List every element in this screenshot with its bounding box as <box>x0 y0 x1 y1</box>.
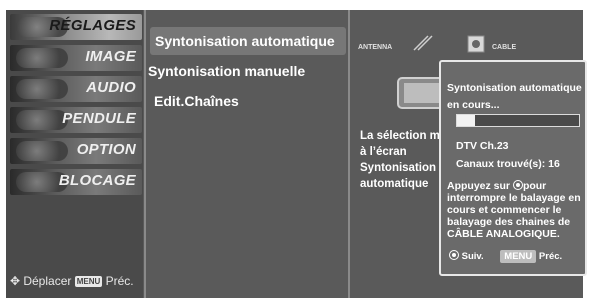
ok-button-icon <box>449 250 459 260</box>
category-label: BLOCAGE <box>58 172 136 189</box>
category-item-audio[interactable]: AUDIO <box>10 76 142 102</box>
speaker-icon <box>16 79 68 99</box>
popup-footer: Suiv. MENU Préc. <box>449 250 562 263</box>
category-menu: RÉGLAGES IMAGE AUDIO PENDULE OPTION BLOC… <box>6 10 143 298</box>
category-item-image[interactable]: IMAGE <box>10 45 142 71</box>
category-label: IMAGE <box>85 48 136 65</box>
ok-button-icon <box>512 180 523 190</box>
submenu-item-label: Syntonisation automatique <box>155 33 335 49</box>
picture-icon <box>16 48 68 68</box>
clock-icon <box>16 110 68 130</box>
submenu-item-label: Edit.Chaînes <box>154 93 239 109</box>
category-item-reglages[interactable]: RÉGLAGES <box>10 14 142 40</box>
menu-key-badge[interactable]: MENU <box>500 250 537 263</box>
category-label: PENDULE <box>62 110 136 127</box>
next-button[interactable]: Suiv. <box>462 251 484 262</box>
submenu-item-manual-tuning[interactable]: Syntonisation manuelle <box>148 63 305 79</box>
submenu-item-label: Syntonisation manuelle <box>148 63 306 79</box>
current-channel: DTV Ch.23 <box>456 140 509 152</box>
divider <box>348 10 350 298</box>
category-item-option[interactable]: OPTION <box>10 138 142 164</box>
antenna-label: ANTENNA <box>358 44 393 51</box>
category-label: OPTION <box>76 141 136 158</box>
submenu-item-auto-tuning[interactable]: Syntonisation automatique <box>150 27 346 55</box>
instruction-prefix: Appuyez sur <box>447 180 511 192</box>
prev-button[interactable]: Préc. <box>539 251 562 262</box>
move-hint-label: Déplacer <box>23 274 72 288</box>
divider <box>144 10 146 298</box>
prev-hint-label: Préc. <box>105 274 134 288</box>
menu-key-badge: MENU <box>74 276 103 288</box>
category-item-blocage[interactable]: BLOCAGE <box>10 169 142 195</box>
instruction-text: Appuyez sur pour interrompre le balayage… <box>447 180 587 240</box>
submenu-item-edit-channels[interactable]: Edit.Chaînes <box>154 93 239 109</box>
navigation-cross-icon: ✥ <box>10 274 21 288</box>
popup-title: Syntonisation automatique <box>447 82 582 94</box>
channels-found: Canaux trouvé(s): 16 <box>456 158 560 170</box>
cable-label: CABLE <box>492 44 517 51</box>
auto-tuning-popup: Syntonisation automatique en cours... DT… <box>439 60 587 276</box>
category-label: AUDIO <box>86 79 136 96</box>
category-label: RÉGLAGES <box>49 17 136 34</box>
tuning-progress-bar <box>456 114 580 127</box>
category-item-pendule[interactable]: PENDULE <box>10 107 142 133</box>
option-icon <box>16 141 68 161</box>
submenu-panel: Syntonisation automatique Syntonisation … <box>147 10 347 298</box>
popup-status: en cours... <box>447 99 500 111</box>
navigation-hint: ✥ Déplacer MENU Préc. <box>10 274 134 288</box>
progress-fill <box>457 115 476 126</box>
